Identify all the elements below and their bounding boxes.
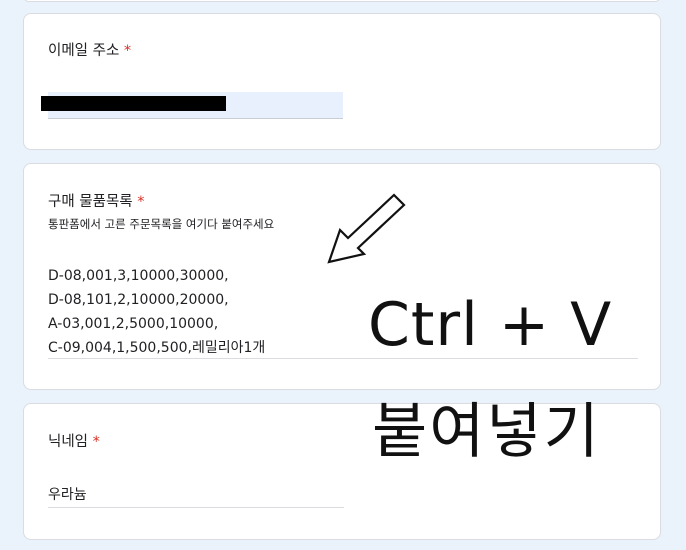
email-question-card: 이메일 주소 * xyxy=(23,13,661,150)
items-line: C-09,004,1,500,500,레밀리아1개 xyxy=(48,340,266,356)
items-question-label: 구매 물품목록 * xyxy=(48,190,145,211)
required-mark: * xyxy=(137,194,145,210)
nickname-question-label: 닉네임 * xyxy=(48,430,100,451)
required-mark: * xyxy=(92,434,100,450)
shortcut-annotation: Ctrl + V xyxy=(368,290,613,360)
required-mark: * xyxy=(123,43,132,59)
nickname-input-underline xyxy=(48,507,344,508)
arrow-down-left-icon xyxy=(327,193,406,264)
previous-question-card xyxy=(23,0,661,2)
items-textarea[interactable]: D-08,001,3,10000,30000, D-08,101,2,10000,… xyxy=(48,264,265,360)
items-question-description: 통판폼에서 고른 주문목록을 여기다 붙여주세요 xyxy=(48,217,275,231)
email-label-text: 이메일 주소 xyxy=(48,43,120,59)
nickname-label-text: 닉네임 xyxy=(48,434,89,450)
paste-annotation: 붙여넣기 xyxy=(372,397,601,467)
items-line: D-08,001,3,10000,30000, xyxy=(48,268,229,284)
email-question-label: 이메일 주소 * xyxy=(48,39,131,60)
nickname-input[interactable]: 우라늄 xyxy=(48,484,87,504)
redacted-email-value xyxy=(41,96,226,111)
items-line: D-08,101,2,10000,20000, xyxy=(48,292,229,308)
items-line: A-03,001,2,5000,10000, xyxy=(48,316,219,332)
items-label-text: 구매 물품목록 xyxy=(48,194,133,210)
